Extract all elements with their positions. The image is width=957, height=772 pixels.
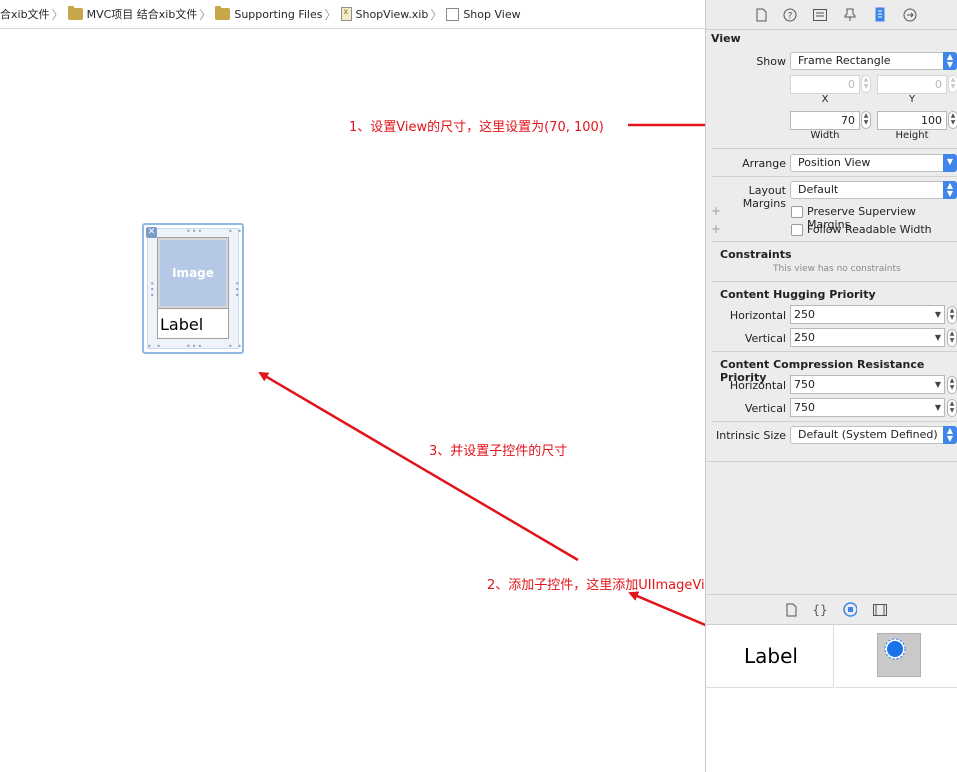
compression-vertical-value: 750	[794, 401, 815, 414]
attributes-inspector-icon[interactable]	[843, 7, 857, 22]
show-label: Show	[756, 55, 786, 68]
height-caption: Height	[895, 130, 929, 141]
activity-indicator-icon	[877, 633, 921, 677]
divider	[712, 351, 957, 352]
compression-horizontal-combo[interactable]: 750 ▼	[790, 375, 945, 394]
x-stepper[interactable]: ▲ ▼	[861, 75, 871, 93]
identity-inspector-icon[interactable]	[813, 7, 827, 22]
divider	[712, 148, 957, 149]
show-popup[interactable]: Frame Rectangle ▲ ▼	[790, 52, 957, 70]
chevron-down-icon: ▼	[943, 154, 957, 172]
compression-horizontal-value: 750	[794, 378, 815, 391]
intrinsic-size-popup[interactable]: Default (System Defined) ▲ ▼	[790, 426, 957, 444]
size-inspector-icon[interactable]	[873, 7, 887, 22]
chevron-updown-icon: ▲ ▼	[943, 181, 957, 199]
arrange-popup-value: Position View	[798, 156, 871, 169]
compression-horizontal-stepper[interactable]: ▲ ▼	[947, 376, 957, 394]
library-item-activity-indicator[interactable]	[835, 625, 957, 688]
intrinsic-size-popup-value: Default (System Defined)	[798, 428, 938, 441]
preserve-superview-margins-checkbox[interactable]	[791, 206, 803, 218]
object-library-icon[interactable]	[843, 602, 857, 617]
show-popup-value: Frame Rectangle	[798, 54, 891, 67]
follow-readable-width-checkbox[interactable]	[791, 224, 803, 236]
library-item-label[interactable]: Label	[706, 625, 834, 688]
connections-inspector-icon[interactable]	[903, 7, 917, 22]
width-caption: Width	[810, 130, 840, 141]
height-field[interactable]: 100	[877, 111, 947, 130]
annotation-step1: 1、设置View的尺寸，这里设置为(70, 100)	[349, 120, 604, 135]
library-item-label-text: Label	[744, 644, 798, 668]
follow-readable-width-label: Follow Readable Width	[807, 223, 932, 236]
divider	[706, 461, 957, 462]
x-caption: X	[821, 94, 829, 105]
arrow-to-shop-view	[258, 371, 579, 562]
arrange-label: Arrange	[742, 157, 786, 170]
hugging-vertical-combo[interactable]: 250 ▼	[790, 328, 945, 347]
y-caption: Y	[908, 94, 916, 105]
section-title-hugging: Content Hugging Priority	[720, 288, 876, 301]
file-template-icon[interactable]	[784, 602, 798, 617]
x-field[interactable]: 0	[790, 75, 860, 94]
chevron-down-icon: ▼	[934, 403, 941, 412]
compression-vertical-combo[interactable]: 750 ▼	[790, 398, 945, 417]
divider	[712, 281, 957, 282]
hugging-vertical-stepper[interactable]: ▲ ▼	[947, 329, 957, 347]
hugging-vertical-value: 250	[794, 331, 815, 344]
section-title-view: View	[711, 32, 741, 45]
hugging-vertical-label: Vertical	[744, 332, 786, 345]
compression-vertical-stepper[interactable]: ▲ ▼	[947, 399, 957, 417]
divider	[712, 241, 957, 242]
hugging-horizontal-label: Horizontal	[729, 309, 786, 322]
plus-icon[interactable]: +	[711, 222, 721, 236]
file-inspector-icon[interactable]	[754, 7, 768, 22]
object-library: {} Label	[706, 594, 957, 772]
annotation-step3: 3、并设置子控件的尺寸	[429, 444, 568, 459]
chevron-down-icon: ▼	[934, 310, 941, 319]
y-field[interactable]: 0	[877, 75, 947, 94]
divider	[712, 421, 957, 422]
width-field[interactable]: 70	[790, 111, 860, 130]
hugging-horizontal-value: 250	[794, 308, 815, 321]
chevron-updown-icon: ▲ ▼	[943, 426, 957, 444]
section-title-constraints: Constraints	[720, 248, 792, 261]
quick-help-icon[interactable]: ?	[783, 7, 797, 22]
intrinsic-size-label: Intrinsic Size	[716, 429, 786, 442]
hugging-horizontal-combo[interactable]: 250 ▼	[790, 305, 945, 324]
media-library-icon[interactable]	[873, 602, 887, 617]
layout-margins-popup[interactable]: Default ▲ ▼	[790, 181, 957, 199]
chevron-down-icon: ▼	[934, 380, 941, 389]
arrange-popup[interactable]: Position View ▼	[790, 154, 957, 172]
code-snippet-icon[interactable]: {}	[812, 602, 827, 617]
compression-vertical-label: Vertical	[744, 402, 786, 415]
constraints-note: This view has no constraints	[773, 264, 901, 274]
width-stepper[interactable]: ▲ ▼	[861, 111, 871, 129]
plus-icon[interactable]: +	[711, 204, 721, 218]
height-stepper[interactable]: ▲ ▼	[948, 111, 957, 129]
hugging-horizontal-stepper[interactable]: ▲ ▼	[947, 306, 957, 324]
svg-text:?: ?	[788, 11, 793, 21]
layout-margins-popup-value: Default	[798, 183, 839, 196]
library-tabs: {}	[706, 595, 957, 625]
divider	[712, 176, 957, 177]
compression-horizontal-label: Horizontal	[729, 379, 786, 392]
y-stepper[interactable]: ▲ ▼	[948, 75, 957, 93]
chevron-down-icon: ▼	[934, 333, 941, 342]
chevron-updown-icon: ▲ ▼	[943, 52, 957, 70]
inspector-tabs: ?	[706, 0, 957, 30]
